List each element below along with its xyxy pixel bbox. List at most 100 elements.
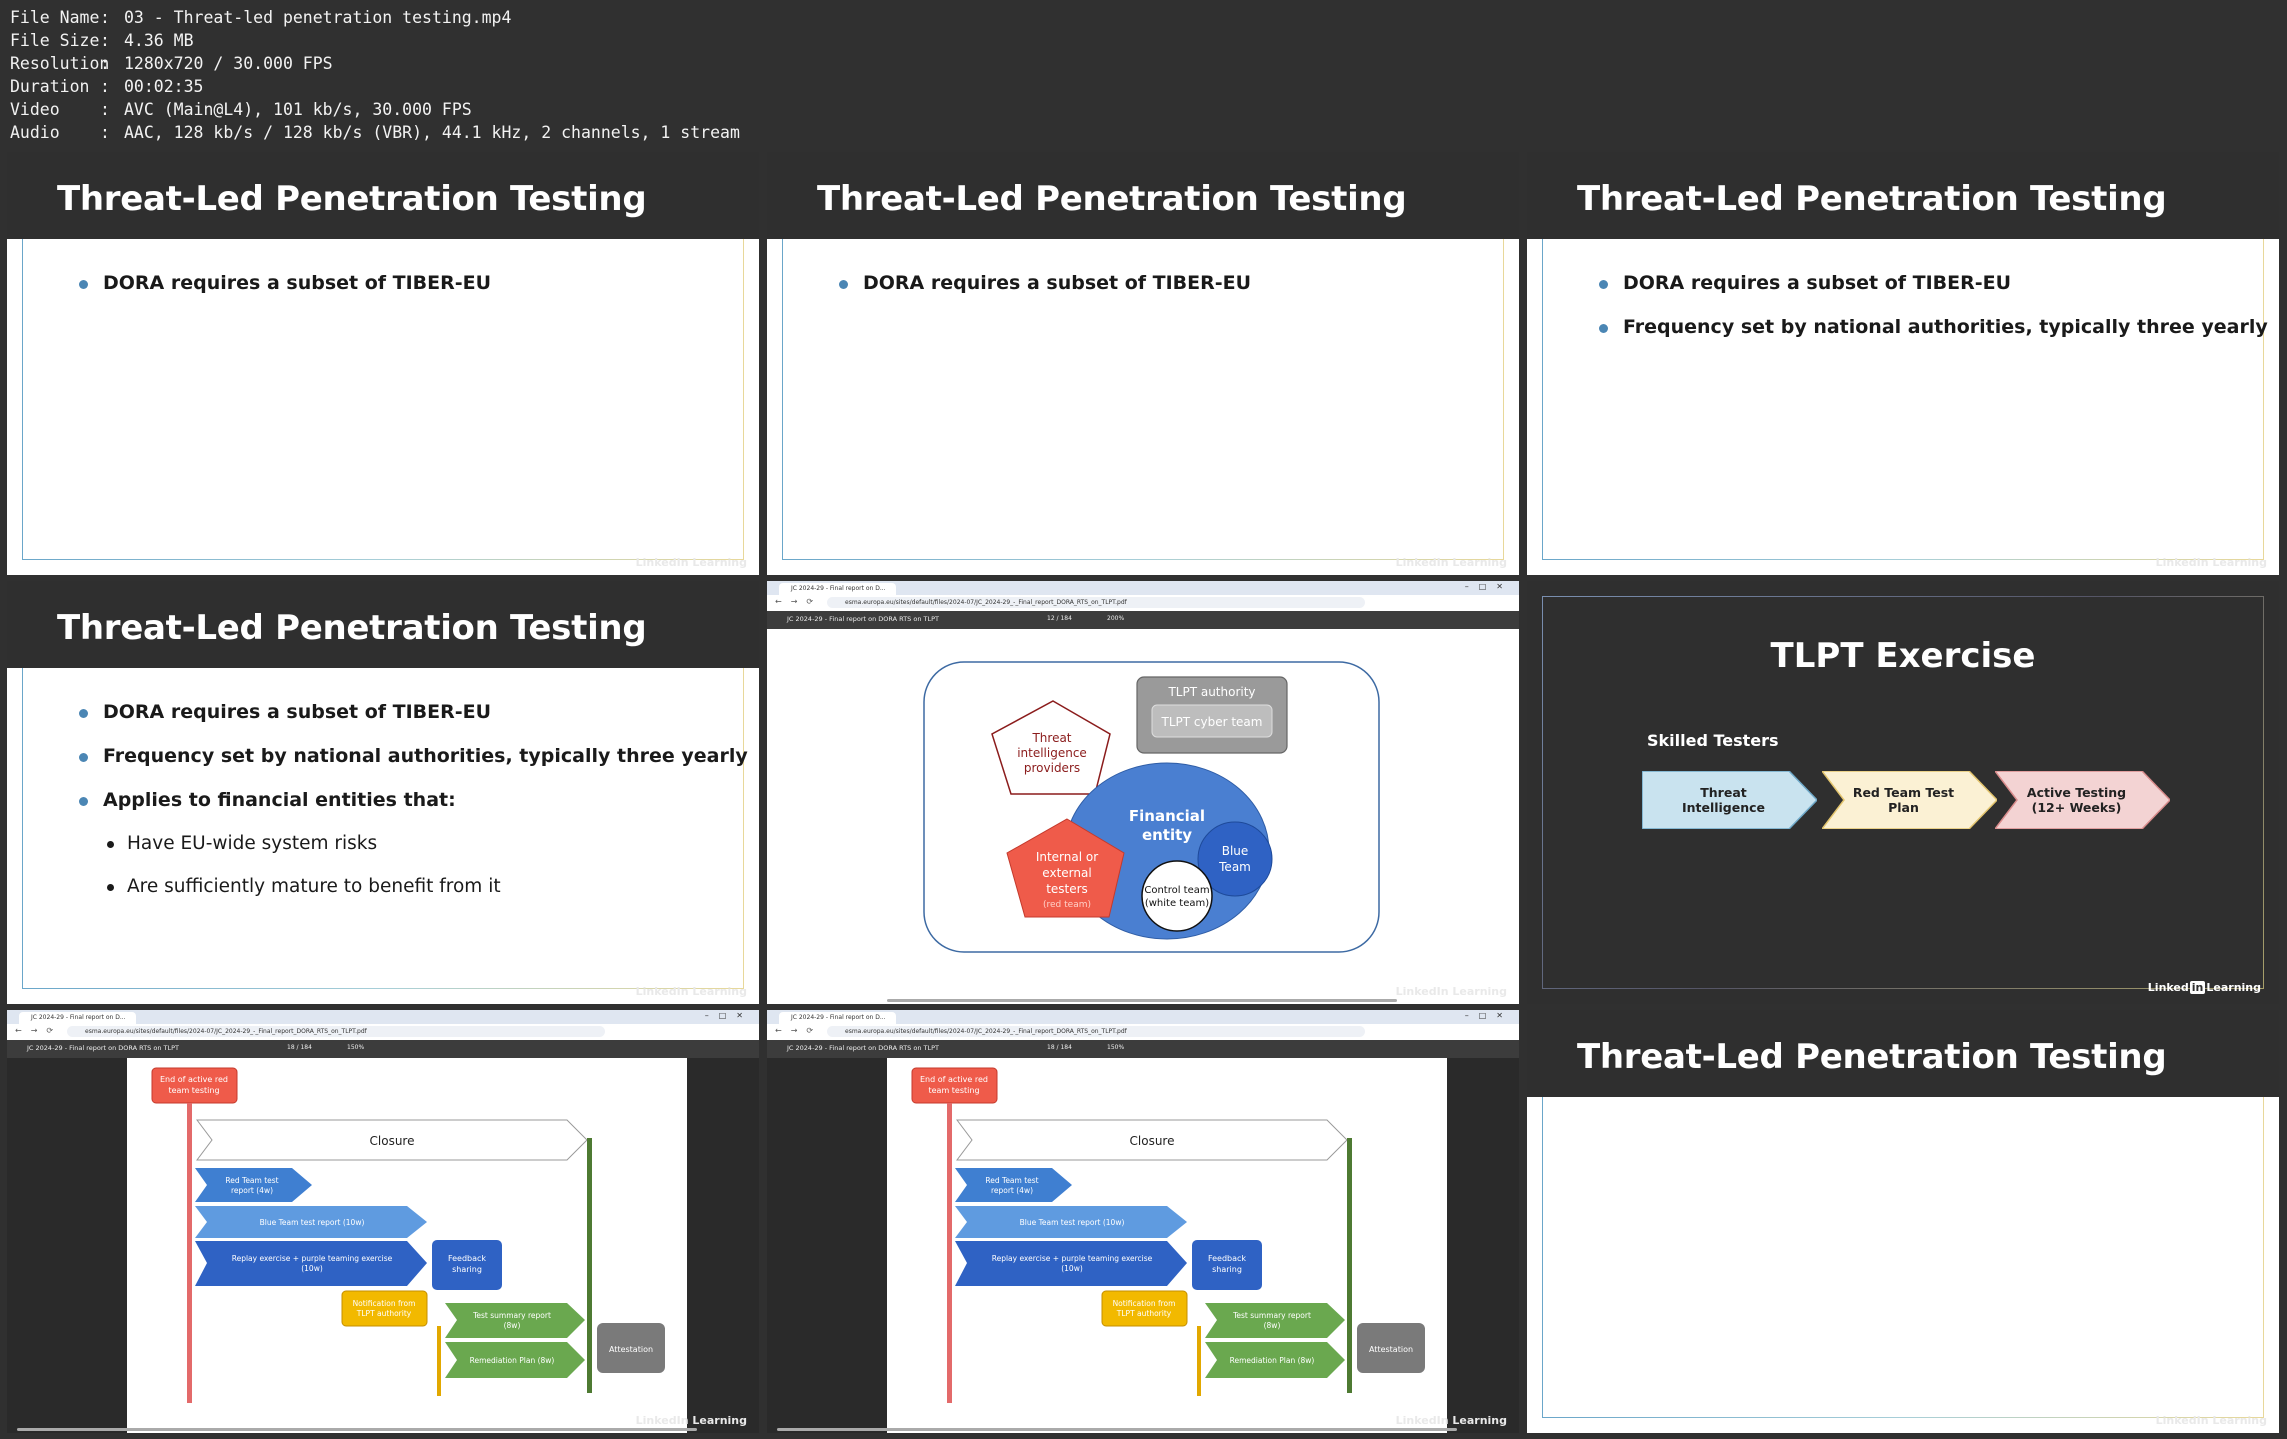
- slide-title: Threat-Led Penetration Testing: [817, 179, 1407, 219]
- red-report-arrow: [195, 1168, 312, 1202]
- thumbnail-slide-9[interactable]: Threat-Led Penetration Testing LinkedIn …: [1527, 1010, 2279, 1433]
- closure-label: Closure: [370, 1134, 415, 1148]
- url-field[interactable]: esma.europa.eu/sites/default/files/2024-…: [827, 597, 1365, 608]
- thumbnail-slide-4[interactable]: Threat-Led Penetration Testing DORA requ…: [7, 581, 759, 1004]
- url-field[interactable]: esma.europa.eu/sites/default/files/2024-…: [827, 1026, 1365, 1037]
- bullet-dora: DORA requires a subset of TIBER-EU: [79, 272, 739, 294]
- test-summary-label: Test summary report: [1232, 1311, 1311, 1320]
- nav-icons[interactable]: ←→⟳: [775, 1026, 822, 1035]
- closure-label: Closure: [1130, 1134, 1175, 1148]
- zoom-level[interactable]: 150%: [347, 1044, 364, 1051]
- notification-bar: [1197, 1326, 1201, 1396]
- slide-header: Threat-Led Penetration Testing: [767, 152, 1519, 239]
- meta-row: Resolution:1280x720 / 30.000 FPS: [10, 54, 333, 73]
- slide-frame: [1542, 1097, 2264, 1418]
- bullet-dora: DORA requires a subset of TIBER-EU: [79, 701, 739, 723]
- nav-icons[interactable]: ←→⟳: [15, 1026, 62, 1035]
- page-indicator[interactable]: 18 / 184: [1047, 1044, 1072, 1051]
- zoom-level[interactable]: 150%: [1107, 1044, 1124, 1051]
- end-active-label: End of active red: [920, 1075, 988, 1084]
- svg-text:(red team): (red team): [1043, 900, 1091, 910]
- pdf-title: JC 2024-29 - Final report on DORA RTS on…: [787, 615, 940, 623]
- url-field[interactable]: esma.europa.eu/sites/default/files/2024-…: [67, 1026, 605, 1037]
- nav-icons[interactable]: ←→⟳: [775, 597, 822, 606]
- red-report-label: report (4w): [991, 1186, 1033, 1195]
- attestation-label: Attestation: [1369, 1345, 1413, 1354]
- thumbnail-slide-3[interactable]: Threat-Led Penetration Testing DORA requ…: [1527, 152, 2279, 575]
- browser-tab[interactable]: JC 2024-29 - Final report on D...: [779, 583, 896, 595]
- bullet-list: DORA requires a subset of TIBER-EU: [839, 272, 1499, 316]
- browser-tab-bar: JC 2024-29 - Final report on D... –□✕: [7, 1010, 759, 1024]
- page-indicator[interactable]: 18 / 184: [287, 1044, 312, 1051]
- replay-label: (10w): [1061, 1264, 1083, 1273]
- thumbnail-slide-2[interactable]: Threat-Led Penetration Testing DORA requ…: [767, 152, 1519, 575]
- thumbnail-browser-closure-2[interactable]: JC 2024-29 - Final report on D... –□✕ ←→…: [767, 1010, 1519, 1433]
- svg-text:Control team: Control team: [1144, 885, 1209, 896]
- pdf-viewport: End of active red team testing Closure Red …: [7, 1058, 759, 1433]
- meta-row: File Name:03 - Threat-led penetration te…: [10, 8, 512, 27]
- chevron-red-team-test-plan: Red Team Test Plan: [1820, 770, 1999, 830]
- svg-text:intelligence: intelligence: [1017, 746, 1087, 760]
- test-summary-label: (8w): [1264, 1321, 1281, 1330]
- feedback-label: Feedback: [448, 1254, 486, 1263]
- notification-bar: [437, 1326, 441, 1396]
- svg-text:Team: Team: [1218, 860, 1251, 874]
- horizontal-scrollbar[interactable]: [17, 1428, 697, 1431]
- thumbnail-browser-diagram[interactable]: JC 2024-29 - Final report on D... –□✕ ←→…: [767, 581, 1519, 1004]
- replay-label: Replay exercise + purple teaming exercis…: [992, 1254, 1153, 1263]
- watermark: LinkedIn Learning: [1395, 985, 1507, 998]
- svg-text:testers: testers: [1046, 882, 1088, 896]
- browser-tab[interactable]: JC 2024-29 - Final report on D...: [19, 1012, 136, 1024]
- red-report-label: report (4w): [231, 1186, 273, 1195]
- timeline-start-bar: [187, 1103, 192, 1403]
- watermark: LinkedIn Learning: [1395, 556, 1507, 569]
- slide-title: Threat-Led Penetration Testing: [1577, 179, 2167, 219]
- end-active-label: team testing: [928, 1086, 979, 1095]
- window-controls[interactable]: –□✕: [1465, 1011, 1513, 1020]
- notification-label: Notification from: [1113, 1299, 1176, 1308]
- test-summary-label: Test summary report: [472, 1311, 551, 1320]
- sub-bullet-eu-risks: Have EU-wide system risks: [107, 833, 739, 854]
- chevron-threat-intelligence: Threat Intelligence: [1641, 770, 1819, 830]
- horizontal-scrollbar[interactable]: [887, 999, 1397, 1002]
- thumbnail-slide-1[interactable]: Threat-Led Penetration Testing DORA requ…: [7, 152, 759, 575]
- window-controls[interactable]: –□✕: [1465, 582, 1513, 591]
- bullet-frequency: Frequency set by national authorities, t…: [79, 745, 748, 767]
- window-controls[interactable]: –□✕: [705, 1011, 753, 1020]
- svg-text:entity: entity: [1142, 826, 1192, 844]
- bullet-dora: DORA requires a subset of TIBER-EU: [1599, 272, 2259, 294]
- timeline-start-bar: [947, 1103, 952, 1403]
- blue-report-label: Blue Team test report (10w): [260, 1218, 365, 1227]
- watermark: LinkedIn Learning: [1395, 1414, 1507, 1427]
- watermark: LinkedIn Learning: [2155, 556, 2267, 569]
- pdf-title: JC 2024-29 - Final report on DORA RTS on…: [27, 1044, 180, 1052]
- meta-row: Video: AVC (Main@L4), 101 kb/s, 30.000 FP…: [10, 100, 472, 119]
- pdf-page: End of active red team testing Closure Red …: [887, 1058, 1447, 1433]
- bullet-list: DORA requires a subset of TIBER-EU Frequ…: [79, 701, 748, 919]
- svg-text:external: external: [1042, 866, 1091, 880]
- browser-tab[interactable]: JC 2024-29 - Final report on D...: [779, 1012, 896, 1024]
- bullet-dora: DORA requires a subset of TIBER-EU: [839, 272, 1499, 294]
- svg-text:Threat: Threat: [1031, 731, 1071, 745]
- timeline-end-bar: [1347, 1138, 1352, 1393]
- tlpt-title: TLPT Exercise: [1770, 636, 2036, 676]
- timeline-end-bar: [587, 1138, 592, 1393]
- notification-label: TLPT authority: [356, 1309, 412, 1318]
- tlpt-subtitle: Skilled Testers: [1647, 731, 1779, 750]
- remediation-label: Remediation Plan (8w): [1230, 1356, 1315, 1365]
- watermark: LinkedIn Learning: [635, 1414, 747, 1427]
- thumbnail-tlpt-exercise[interactable]: TLPT Exercise Skilled Testers Threat Int…: [1527, 581, 2279, 1004]
- tlpt-roles-diagram: TLPT authority TLPT cyber team Threat in…: [923, 661, 1380, 953]
- bullet-frequency: Frequency set by national authorities, t…: [1599, 316, 2268, 338]
- horizontal-scrollbar[interactable]: [777, 1428, 1457, 1431]
- zoom-level[interactable]: 200%: [1107, 615, 1124, 622]
- slide-title: Threat-Led Penetration Testing: [57, 608, 647, 648]
- thumbnail-browser-closure-1[interactable]: JC 2024-29 - Final report on D... –□✕ ←→…: [7, 1010, 759, 1433]
- svg-text:TLPT cyber team: TLPT cyber team: [1161, 715, 1263, 729]
- svg-text:Blue: Blue: [1222, 844, 1249, 858]
- pdf-viewport: End of active red team testing Closure Red …: [767, 1058, 1519, 1433]
- closure-timeline-diagram: End of active red team testing Closure Red …: [151, 1067, 665, 1403]
- pdf-toolbar: JC 2024-29 - Final report on DORA RTS on…: [767, 1040, 1519, 1058]
- page-indicator[interactable]: 12 / 184: [1047, 615, 1072, 622]
- svg-text:TLPT authority: TLPT authority: [1167, 685, 1255, 699]
